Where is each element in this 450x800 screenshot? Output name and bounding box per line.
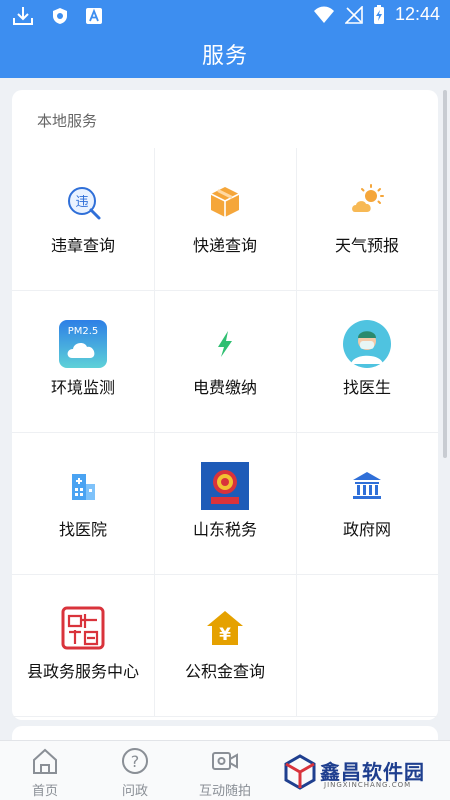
service-housing-fund[interactable]: ¥ 公积金查询 xyxy=(154,574,296,716)
service-government-site[interactable]: 政府网 xyxy=(296,432,438,574)
service-label: 找医院 xyxy=(58,520,107,539)
nav-label: 互动随拍 xyxy=(198,784,251,799)
violation-search-icon: 违 xyxy=(68,187,101,220)
lightning-bolt-icon xyxy=(218,331,232,357)
nav-label: 首页 xyxy=(31,784,58,799)
status-time: 12:44 xyxy=(394,4,440,24)
nav-interactive-snap[interactable]: 互动随拍 xyxy=(180,746,270,799)
package-box-icon xyxy=(210,187,240,217)
service-shandong-tax[interactable]: 山东税务 xyxy=(154,432,296,574)
service-label: 公积金查询 xyxy=(184,662,265,681)
nav-inquiry[interactable]: ? 问政 xyxy=(90,746,180,799)
watermark-cube-icon xyxy=(284,754,316,790)
service-label: 政府网 xyxy=(342,520,391,539)
download-icon xyxy=(13,7,33,25)
service-electricity-payment[interactable]: 电费缴纳 xyxy=(154,290,296,432)
doctor-avatar-icon xyxy=(343,320,391,368)
wifi-icon xyxy=(313,6,334,23)
camera-video-icon xyxy=(212,752,238,770)
page-title: 服务 xyxy=(201,44,248,69)
hospital-building-icon xyxy=(72,474,95,500)
app-bar: 服务 xyxy=(0,32,450,78)
battery-charging-icon xyxy=(373,4,384,24)
question-icon: ? xyxy=(122,748,148,774)
service-label: 环境监测 xyxy=(50,378,115,397)
service-find-doctor[interactable]: 找医生 xyxy=(296,290,438,432)
pm25-cloud-icon: PM2.5 xyxy=(59,320,107,368)
service-environment-monitor[interactable]: PM2.5 环境监测 xyxy=(12,290,154,432)
nav-label: 问政 xyxy=(121,784,148,799)
svg-text:违: 违 xyxy=(75,195,88,210)
service-find-hospital[interactable]: 找医院 xyxy=(12,432,154,574)
watermark-logo: 鑫昌软件园 JINGXINCHANG.COM xyxy=(282,750,442,796)
county-seal-icon xyxy=(61,606,105,650)
service-violation-query[interactable]: 违 违章查询 xyxy=(12,148,154,290)
government-building-icon xyxy=(353,472,381,499)
service-label: 快递查询 xyxy=(192,236,257,255)
home-icon xyxy=(33,748,57,774)
svg-text:PM2.5: PM2.5 xyxy=(68,326,99,337)
weather-sun-cloud-icon xyxy=(352,184,384,212)
service-label: 违章查询 xyxy=(50,236,115,255)
tax-emblem-icon xyxy=(201,462,249,510)
service-label: 电费缴纳 xyxy=(192,378,257,397)
service-label: 山东税务 xyxy=(192,520,257,539)
shield-icon xyxy=(53,8,67,24)
service-weather[interactable]: 天气预报 xyxy=(296,148,438,290)
service-label: 县政务服务中心 xyxy=(26,662,139,681)
section-title: 本地服务 xyxy=(37,112,98,130)
svg-text:?: ? xyxy=(131,752,140,771)
local-services-card: 本地服务 违 违章查询 快递查询 天气预报 PM2.5 环境监测 电费缴纳 找医… xyxy=(12,90,438,720)
notification-icons xyxy=(12,6,102,26)
app-a-icon xyxy=(86,8,102,24)
service-label: 找医生 xyxy=(342,378,391,397)
svg-text:¥: ¥ xyxy=(219,625,231,645)
service-label: 天气预报 xyxy=(334,236,399,255)
watermark-subtext: JINGXINCHANG.COM xyxy=(324,781,412,789)
housing-fund-yen-icon: ¥ xyxy=(207,611,243,645)
status-bar: 12:44 xyxy=(0,0,450,32)
service-express-query[interactable]: 快递查询 xyxy=(154,148,296,290)
no-signal-icon xyxy=(344,5,363,24)
scrollbar[interactable] xyxy=(443,90,447,458)
nav-home[interactable]: 首页 xyxy=(0,746,90,799)
service-county-center[interactable]: 县政务服务中心 xyxy=(12,574,154,716)
